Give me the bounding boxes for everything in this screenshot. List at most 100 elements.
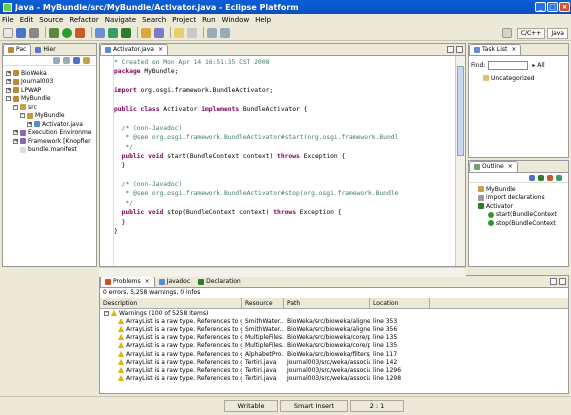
tab-task-list[interactable]: Task List ×: [469, 44, 522, 55]
find-input[interactable]: [488, 60, 529, 70]
column-path[interactable]: Path: [284, 298, 370, 308]
expand-toggle[interactable]: -: [13, 104, 18, 110]
code-area[interactable]: * Created on Mon Apr 14 16:51:35 CST 200…: [114, 56, 455, 266]
tab-hierarchy[interactable]: Hier: [31, 44, 59, 55]
save-icon[interactable]: [16, 27, 26, 38]
debug-icon[interactable]: [49, 27, 59, 38]
perspective-java[interactable]: Java: [547, 27, 568, 39]
task-category[interactable]: Uncategorized: [469, 74, 568, 83]
close-tab-icon[interactable]: ×: [511, 45, 516, 55]
minimize-view-button[interactable]: [550, 278, 557, 285]
print-icon[interactable]: [29, 27, 39, 38]
open-perspective-icon[interactable]: [501, 28, 512, 38]
column-description[interactable]: Description: [100, 298, 242, 308]
hide-static-icon[interactable]: [547, 174, 553, 181]
menu-project[interactable]: Project: [172, 16, 196, 24]
menu-edit[interactable]: Edit: [20, 16, 34, 24]
problem-row[interactable]: ArrayList is a raw type. References to g…: [100, 350, 568, 358]
tree-item[interactable]: + Execution Environme: [6, 129, 96, 138]
menu-search[interactable]: Search: [142, 16, 166, 24]
tree-item[interactable]: + Journal003: [6, 78, 96, 87]
menu-file[interactable]: File: [2, 16, 14, 24]
hide-fields-icon[interactable]: [538, 174, 544, 181]
hide-nonpublic-icon[interactable]: [556, 174, 562, 181]
tab-package-explorer[interactable]: Pac: [3, 44, 32, 55]
new-java-project-icon[interactable]: [95, 27, 105, 38]
search-icon[interactable]: [154, 27, 164, 38]
filter-all-link[interactable]: ▸ All: [532, 62, 544, 69]
tree-item[interactable]: + Framework [Knopfler: [6, 137, 96, 146]
problem-row[interactable]: ArrayList is a raw type. References to g…: [100, 334, 568, 342]
close-tab-icon[interactable]: ×: [158, 45, 163, 55]
collapse-all-icon[interactable]: [73, 57, 80, 64]
menu-run[interactable]: Run: [202, 16, 215, 24]
problem-row[interactable]: ArrayList is a raw type. References to g…: [100, 366, 568, 374]
tree-item[interactable]: - MyBundle: [6, 112, 96, 121]
outline-item[interactable]: MyBundle: [472, 185, 568, 194]
menu-source[interactable]: Source: [39, 16, 63, 24]
expand-toggle[interactable]: +: [6, 70, 11, 76]
expand-toggle[interactable]: +: [6, 87, 11, 93]
outline-item[interactable]: Activator: [472, 202, 568, 211]
forward-icon[interactable]: [63, 57, 70, 64]
toggle-mark-icon[interactable]: [187, 27, 197, 38]
maximize-view-button[interactable]: [559, 278, 566, 285]
link-editor-icon[interactable]: [83, 57, 90, 64]
problem-row[interactable]: ArrayList is a raw type. References to g…: [100, 342, 568, 350]
scroll-thumb[interactable]: [457, 66, 464, 156]
problem-row[interactable]: ArrayList is a raw type. References to g…: [100, 317, 568, 325]
expand-toggle[interactable]: [13, 147, 18, 153]
annotation-icon[interactable]: [174, 27, 184, 38]
problem-row[interactable]: ArrayList is a raw type. References to g…: [100, 325, 568, 333]
tab-outline[interactable]: Outline ×: [469, 161, 518, 172]
expand-toggle[interactable]: +: [27, 121, 32, 127]
back-icon[interactable]: [53, 57, 60, 64]
problem-row[interactable]: ArrayList is a raw type. References to g…: [100, 358, 568, 366]
close-tab-icon[interactable]: ×: [145, 277, 150, 287]
warnings-group-row[interactable]: - Warnings (100 of 5258 items): [100, 309, 568, 317]
minimize-view-button[interactable]: [447, 46, 454, 53]
menu-help[interactable]: Help: [255, 16, 271, 24]
tab-javadoc[interactable]: Javadoc: [155, 276, 194, 287]
tree-item[interactable]: + Activator.java: [6, 120, 96, 129]
column-location[interactable]: Location: [370, 298, 430, 308]
column-resource[interactable]: Resource: [242, 298, 284, 308]
tree-item[interactable]: + LPWAP: [6, 86, 96, 95]
new-class-icon[interactable]: [121, 27, 131, 38]
expand-toggle[interactable]: -: [6, 96, 11, 102]
new-icon[interactable]: [3, 27, 13, 38]
tree-item[interactable]: - src: [6, 103, 96, 112]
minimize-button[interactable]: _: [535, 2, 546, 12]
editor-horizontal-scrollbar[interactable]: [99, 267, 466, 277]
expand-toggle[interactable]: +: [13, 130, 18, 136]
problem-row[interactable]: ArrayList is a raw type. References to g…: [100, 375, 568, 383]
perspective-cpp[interactable]: C/C++: [516, 27, 546, 39]
close-tab-icon[interactable]: ×: [508, 162, 513, 172]
maximize-view-button[interactable]: [456, 46, 463, 53]
run-icon[interactable]: [62, 27, 72, 38]
outline-item[interactable]: stop(BundleContext: [472, 219, 568, 228]
new-package-icon[interactable]: [108, 27, 118, 38]
open-type-icon[interactable]: [141, 27, 151, 38]
external-tools-icon[interactable]: [75, 27, 85, 38]
outline-item[interactable]: start(BundleContext: [472, 211, 568, 220]
close-button[interactable]: ×: [559, 2, 570, 12]
tab-activator-java[interactable]: Activator.java ×: [100, 44, 168, 55]
menu-navigate[interactable]: Navigate: [105, 16, 136, 24]
vertical-scrollbar[interactable]: [455, 56, 465, 266]
maximize-button[interactable]: □: [547, 2, 558, 12]
expand-toggle[interactable]: +: [6, 79, 11, 85]
forward-icon[interactable]: [220, 27, 230, 38]
menu-refactor[interactable]: Refactor: [69, 16, 98, 24]
menu-window[interactable]: Window: [222, 16, 250, 24]
tree-item[interactable]: - MyBundle: [6, 95, 96, 104]
tree-item[interactable]: + BioWeka: [6, 69, 96, 78]
sort-icon[interactable]: [529, 174, 535, 181]
back-icon[interactable]: [207, 27, 217, 38]
expand-toggle[interactable]: +: [13, 138, 18, 144]
expand-toggle[interactable]: -: [20, 113, 25, 119]
outline-item[interactable]: import declarations: [472, 194, 568, 203]
tab-problems[interactable]: Problems ×: [100, 276, 155, 287]
tab-declaration[interactable]: Declaration: [194, 276, 245, 287]
collapse-toggle[interactable]: -: [104, 310, 109, 316]
